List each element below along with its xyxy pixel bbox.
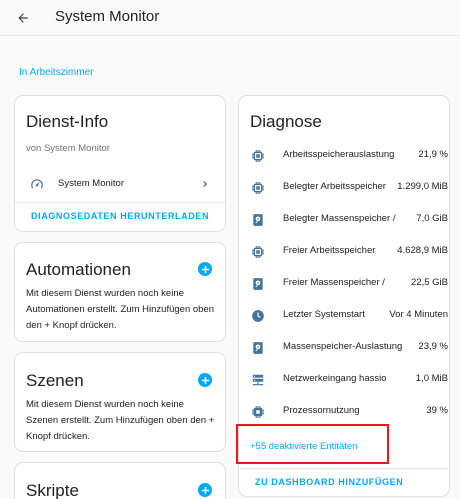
- scenes-empty-text: Mit diesem Dienst wurden noch keine Szen…: [26, 399, 215, 442]
- service-info-subtitle: von System Monitor: [26, 143, 110, 154]
- harddisk-icon: [251, 213, 265, 227]
- entity-row[interactable]: Belegter Massenspeicher / 7,0 GiB: [239, 204, 449, 236]
- entity-name: Belegter Arbeitsspeicher: [283, 181, 386, 192]
- chip-icon: [251, 181, 265, 195]
- add-automation-button[interactable]: [198, 262, 212, 276]
- service-info-card: Dienst-Info von System Monitor System Mo…: [14, 95, 226, 232]
- automations-empty-text: Mit diesem Dienst wurden noch keine Auto…: [26, 288, 214, 331]
- entity-name: Freier Massenspeicher /: [283, 277, 385, 288]
- entity-value: 4.628,9 MiB: [397, 245, 448, 256]
- server-network-icon: [251, 373, 265, 387]
- harddisk-icon: [251, 277, 265, 291]
- entity-row[interactable]: Belegter Arbeitsspeicher 1.299,0 MiB: [239, 172, 449, 204]
- entity-value: 22,5 GiB: [411, 277, 448, 288]
- entity-row[interactable]: Massenspeicher-Auslastung 23,9 %: [239, 332, 449, 364]
- entity-row[interactable]: Netzwerkeingang hassio 1,0 MiB: [239, 364, 449, 396]
- add-to-dashboard-button[interactable]: ZU DASHBOARD HINZUFÜGEN: [255, 477, 403, 487]
- area-link[interactable]: In Arbeitszimmer: [19, 67, 93, 78]
- highlight-box: [236, 424, 389, 464]
- entity-row[interactable]: Freier Arbeitsspeicher 4.628,9 MiB: [239, 236, 449, 268]
- device-row[interactable]: System Monitor: [15, 172, 225, 196]
- scenes-card: Szenen Mit diesem Dienst wurden noch kei…: [14, 352, 226, 452]
- chip-icon: [251, 245, 265, 259]
- automations-title: Automationen: [26, 260, 131, 279]
- automations-card: Automationen Mit diesem Dienst wurden no…: [14, 242, 226, 342]
- scenes-title: Szenen: [26, 371, 84, 390]
- entity-name: Letzter Systemstart: [283, 309, 365, 320]
- scripts-title: Skripte: [26, 481, 79, 499]
- service-info-title: Dienst-Info: [26, 112, 109, 131]
- entity-name: Netzwerkeingang hassio: [283, 373, 387, 384]
- scripts-card: Skripte: [14, 462, 226, 499]
- entity-value: 39 %: [426, 405, 448, 416]
- card-divider: [239, 468, 449, 469]
- entity-value: 1,0 MiB: [415, 373, 448, 384]
- entity-row[interactable]: Letzter Systemstart Vor 4 Minuten: [239, 300, 449, 332]
- harddisk-icon: [251, 341, 265, 355]
- card-divider: [15, 202, 225, 203]
- entity-value: 23,9 %: [418, 341, 448, 352]
- clock-icon: [251, 309, 265, 323]
- chevron-right-icon: [199, 177, 211, 196]
- entity-value: 1.299,0 MiB: [397, 181, 448, 192]
- entity-value: 7,0 GiB: [416, 213, 448, 224]
- add-scene-button[interactable]: [198, 373, 212, 387]
- entity-name: Arbeitsspeicherauslastung: [283, 149, 395, 160]
- entity-row[interactable]: Arbeitsspeicherauslastung 21,9 %: [239, 140, 449, 172]
- entity-name: Belegter Massenspeicher /: [283, 213, 396, 224]
- entity-name: Prozessornutzung: [283, 405, 360, 416]
- entity-value: Vor 4 Minuten: [389, 309, 448, 320]
- entity-name: Freier Arbeitsspeicher: [283, 245, 376, 256]
- device-name: System Monitor: [58, 178, 124, 189]
- download-diagnostics-button[interactable]: DIAGNOSEDATEN HERUNTERLADEN: [31, 211, 209, 221]
- back-arrow-icon[interactable]: [12, 7, 34, 29]
- speedometer-icon: [30, 177, 44, 196]
- top-app-bar: System Monitor: [0, 0, 460, 36]
- chip-icon: [251, 149, 265, 163]
- cpu-icon: [251, 405, 265, 419]
- entity-row[interactable]: Freier Massenspeicher / 22,5 GiB: [239, 268, 449, 300]
- diagnostics-title: Diagnose: [250, 112, 322, 131]
- add-script-button[interactable]: [198, 483, 212, 497]
- entity-value: 21,9 %: [418, 149, 448, 160]
- page-title: System Monitor: [55, 8, 160, 25]
- entity-name: Massenspeicher-Auslastung: [283, 341, 403, 352]
